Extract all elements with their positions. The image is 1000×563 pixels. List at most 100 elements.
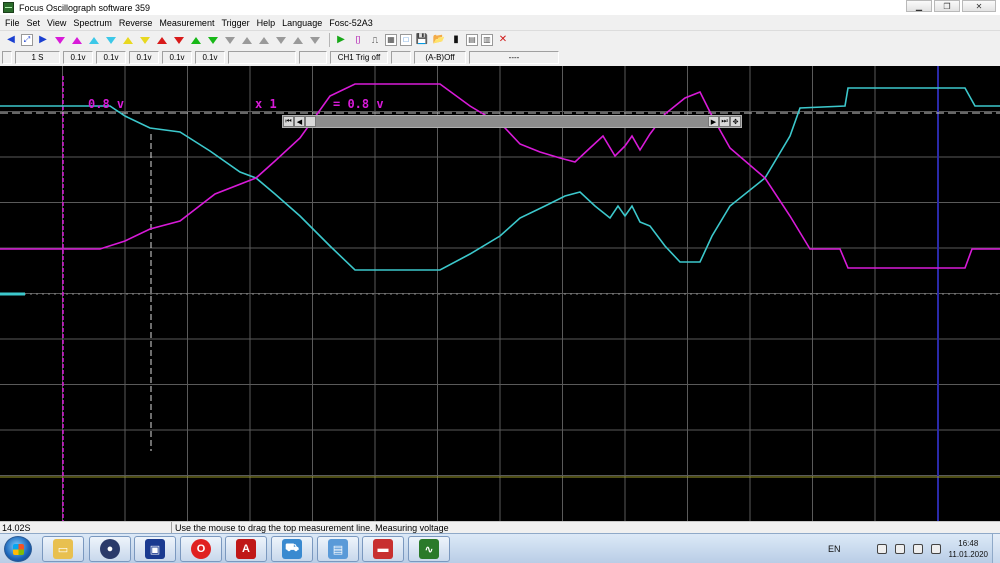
taskbar-network[interactable]: ▤	[317, 536, 359, 562]
math-status[interactable]: (A-B)Off	[414, 51, 466, 64]
gray-up-icon-2[interactable]	[257, 33, 271, 47]
horizontal-scrollbar[interactable]: ⏮ ◀ ▶ ⏭ ✥	[282, 115, 742, 128]
tray-network-icon[interactable]	[912, 544, 923, 554]
status-blank-3	[391, 51, 411, 64]
yellow-up-icon[interactable]	[121, 33, 135, 47]
ch-scale-1[interactable]: 0.1v	[63, 51, 93, 64]
extra-status: ----	[469, 51, 559, 64]
restore-button[interactable]: ❐	[934, 0, 960, 12]
system-tray: EN 16:48 11.01.2020	[828, 538, 988, 560]
menu-device[interactable]: Fosc-52A3	[328, 18, 379, 28]
gray-down-icon[interactable]	[223, 33, 237, 47]
pdf-icon: A	[236, 539, 256, 559]
scroll-track[interactable]	[316, 116, 708, 127]
media-player-icon: ●	[100, 539, 120, 559]
stop-icon[interactable]: ✕	[496, 33, 510, 47]
menu-set[interactable]: Set	[26, 18, 47, 28]
ch-scale-3[interactable]: 0.1v	[129, 51, 159, 64]
tray-volume-icon[interactable]	[930, 544, 941, 554]
menu-measurement[interactable]: Measurement	[158, 18, 220, 28]
network-app-icon: ▤	[328, 539, 348, 559]
clock[interactable]: 16:48 11.01.2020	[949, 538, 988, 560]
close-button[interactable]: ✕	[962, 0, 996, 12]
taskbar-pdf[interactable]: A	[225, 536, 267, 562]
gray-down-icon-3[interactable]	[308, 33, 322, 47]
toolbar: ◀ ⤢ ▶ ▶ [] ⎍ ▦ □ 💾 📂 ▮ ▤ ▥ ✕	[0, 30, 1000, 49]
green-down-icon[interactable]	[206, 33, 220, 47]
ch1-offset-label: = 0.8 v	[333, 97, 384, 111]
close-icon: ✕	[975, 1, 983, 11]
explorer-icon: ▭	[53, 539, 73, 559]
new-icon[interactable]: □	[400, 34, 412, 46]
arrow-right-icon[interactable]: ▶	[36, 33, 50, 47]
gray-up-icon-3[interactable]	[291, 33, 305, 47]
save-icon[interactable]: 💾	[415, 33, 429, 47]
start-button[interactable]	[4, 536, 32, 562]
run-icon[interactable]: ▶	[334, 33, 348, 47]
fit-icon[interactable]: ⤢	[21, 34, 33, 46]
magenta-up-icon[interactable]	[70, 33, 84, 47]
green-up-icon[interactable]	[189, 33, 203, 47]
show-desktop-button[interactable]	[992, 534, 1000, 563]
menu-file[interactable]: File	[4, 18, 26, 28]
menu-reverse[interactable]: Reverse	[118, 18, 159, 28]
trigger-status[interactable]: CH1 Trig off	[330, 51, 388, 64]
timebase-field[interactable]: 1 S	[15, 51, 60, 64]
single-icon[interactable]: []	[351, 33, 365, 47]
scroll-prev-icon[interactable]: ◀	[294, 116, 305, 127]
title-bar: Focus Oscillograph software 359 ▁ ❐ ✕	[0, 0, 1000, 15]
screen-icon[interactable]: ▮	[449, 33, 463, 47]
status-blank-1	[228, 51, 296, 64]
clock-time: 16:48	[958, 539, 979, 548]
minimize-button[interactable]: ▁	[906, 0, 932, 12]
time-readout: 14.02S	[0, 521, 172, 534]
scroll-first-icon[interactable]: ⏮	[283, 116, 294, 127]
arrow-left-icon[interactable]: ◀	[4, 33, 18, 47]
taskbar-media[interactable]: ●	[89, 536, 131, 562]
taskbar-car[interactable]: ⛟	[271, 536, 313, 562]
toolbox-icon: ▬	[373, 539, 393, 559]
gray-up-icon[interactable]	[240, 33, 254, 47]
clock-date: 11.01.2020	[948, 550, 988, 559]
yellow-down-icon[interactable]	[138, 33, 152, 47]
menu-bar: File Set View Spectrum Reverse Measureme…	[0, 15, 1000, 30]
app-icon	[3, 2, 14, 13]
scroll-thumb[interactable]	[305, 116, 316, 127]
ch-scale-5[interactable]: 0.1v	[195, 51, 225, 64]
cyan-up-icon[interactable]	[87, 33, 101, 47]
taskbar-save[interactable]: ▣	[134, 536, 176, 562]
grid-icon[interactable]: ▦	[385, 34, 397, 46]
taskbar-explorer[interactable]: ▭	[42, 536, 84, 562]
menu-spectrum[interactable]: Spectrum	[72, 18, 118, 28]
scope-display[interactable]: 0.8 v x 1 = 0.8 v ⏮ ◀ ▶ ⏭ ✥	[0, 66, 1000, 521]
menu-help[interactable]: Help	[256, 18, 282, 28]
scroll-last-icon[interactable]: ⏭	[719, 116, 730, 127]
magenta-down-icon[interactable]	[53, 33, 67, 47]
red-down-icon[interactable]	[172, 33, 186, 47]
scope-canvas	[0, 66, 1000, 521]
window-title: Focus Oscillograph software 359	[19, 2, 151, 13]
status-blank-2	[299, 51, 327, 64]
language-indicator[interactable]: EN	[828, 544, 841, 554]
open-icon[interactable]: 📂	[432, 33, 446, 47]
ch-scale-4[interactable]: 0.1v	[162, 51, 192, 64]
tray-device-icon[interactable]	[876, 544, 887, 554]
menu-view[interactable]: View	[46, 18, 72, 28]
taskbar-oscillograph[interactable]: ∿	[408, 536, 450, 562]
taskbar-toolbox[interactable]: ▬	[362, 536, 404, 562]
tray-flag-icon[interactable]	[894, 544, 905, 554]
scroll-next-icon[interactable]: ▶	[708, 116, 719, 127]
print-icon[interactable]: ▤	[466, 34, 478, 46]
move-icon[interactable]: ✥	[730, 116, 741, 127]
cyan-down-icon[interactable]	[104, 33, 118, 47]
gray-down-icon-2[interactable]	[274, 33, 288, 47]
info-icon[interactable]: ▥	[481, 34, 493, 46]
pulse-icon[interactable]: ⎍	[368, 33, 382, 47]
ch-scale-2[interactable]: 0.1v	[96, 51, 126, 64]
menu-trigger[interactable]: Trigger	[220, 18, 255, 28]
red-up-icon[interactable]	[155, 33, 169, 47]
menu-language[interactable]: Language	[281, 18, 328, 28]
window-controls: ▁ ❐ ✕	[906, 0, 996, 12]
taskbar-opera[interactable]: O	[180, 536, 222, 562]
oscillograph-icon: ∿	[419, 539, 439, 559]
